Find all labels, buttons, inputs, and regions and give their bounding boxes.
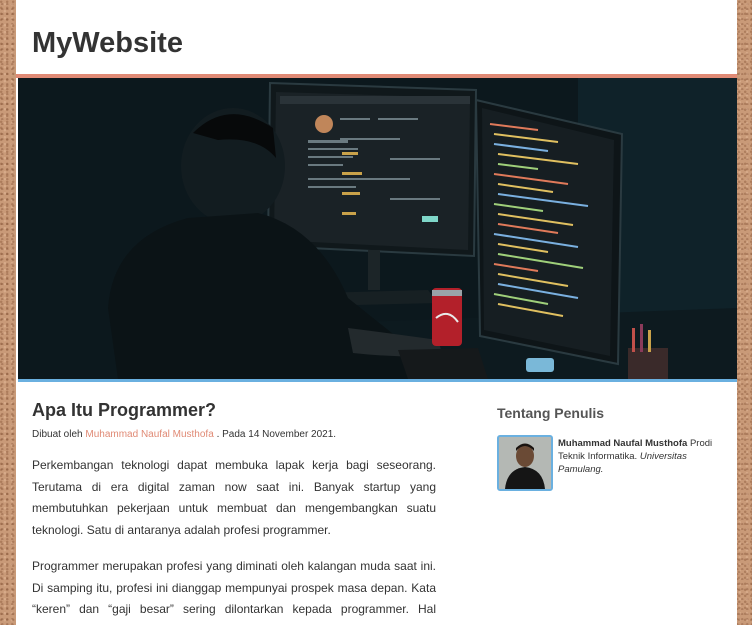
author-photo: [497, 435, 553, 491]
article-title: Apa Itu Programmer?: [32, 400, 217, 420]
author-bio: Muhammad Naufal Musthofa Prodi Teknik In…: [558, 437, 722, 491]
article: Apa Itu Programmer? Dibuat oleh Muhammad…: [32, 400, 436, 625]
sidebar: Tentang Penulis Muhammad Naufal Musthofa…: [497, 405, 722, 491]
article-meta: Dibuat oleh Muhammad Naufal Musthofa . P…: [32, 429, 436, 440]
page-container: MyWebsite Apa Itu Programmer? Dibuat ole…: [16, 0, 737, 625]
article-paragraph: Programmer merupakan profesi yang dimina…: [32, 559, 436, 625]
meta-prefix: Dibuat oleh: [32, 429, 86, 440]
article-paragraph: Perkembangan teknologi dapat membuka lap…: [32, 458, 436, 537]
author-link[interactable]: Muhammad Naufal Musthofa: [85, 429, 213, 440]
site-header: MyWebsite: [16, 0, 737, 78]
sidebar-title: Tentang Penulis: [497, 405, 605, 421]
author-card: Muhammad Naufal Musthofa Prodi Teknik In…: [497, 435, 722, 491]
site-title[interactable]: MyWebsite: [32, 29, 183, 58]
author-name: Muhammad Naufal Musthofa: [558, 438, 688, 449]
meta-date: . Pada 14 November 2021.: [216, 429, 337, 440]
hero-image: [18, 78, 737, 382]
